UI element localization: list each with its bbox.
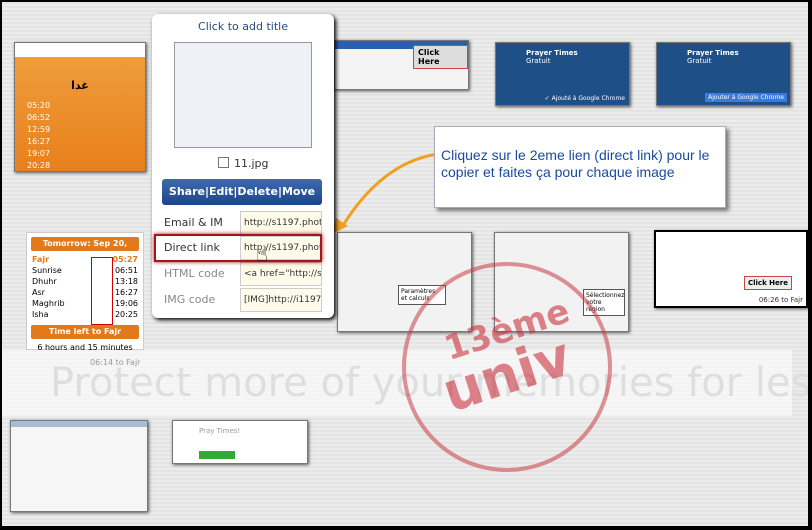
img-code-row: IMG code [IMG]http://i1197.p bbox=[162, 288, 322, 312]
html-code-row: HTML code <a href="http://s1 bbox=[162, 262, 322, 286]
hand-cursor-icon: ☝ bbox=[256, 242, 269, 266]
callout-arrow bbox=[332, 152, 439, 234]
image-popup: Click to add title 11.jpg Share|Edit|Del… bbox=[152, 14, 334, 318]
add-title-link[interactable]: Click to add title bbox=[152, 20, 334, 33]
direct-link-highlight bbox=[154, 234, 322, 262]
screenshot-canvas: غدا 05:20 06:52 12:59 16:27 19:07 20:28 Click… bbox=[2, 2, 808, 526]
email-im-row: Email & IM http://s1197.photc bbox=[162, 211, 322, 235]
statusbar-left: 06:14 to Fajr bbox=[90, 358, 141, 367]
email-im-field[interactable]: http://s1197.photc bbox=[240, 211, 322, 235]
html-code-field[interactable]: <a href="http://s1 bbox=[240, 262, 322, 286]
instruction-callout: Cliquez sur le 2eme lien (direct link) p… bbox=[434, 126, 726, 208]
checkbox[interactable] bbox=[218, 157, 229, 168]
action-bar[interactable]: Share|Edit|Delete|Move bbox=[162, 179, 322, 205]
file-select[interactable]: 11.jpg bbox=[218, 157, 269, 170]
img-code-field[interactable]: [IMG]http://i1197.p bbox=[240, 288, 322, 312]
image-preview[interactable] bbox=[174, 42, 312, 148]
